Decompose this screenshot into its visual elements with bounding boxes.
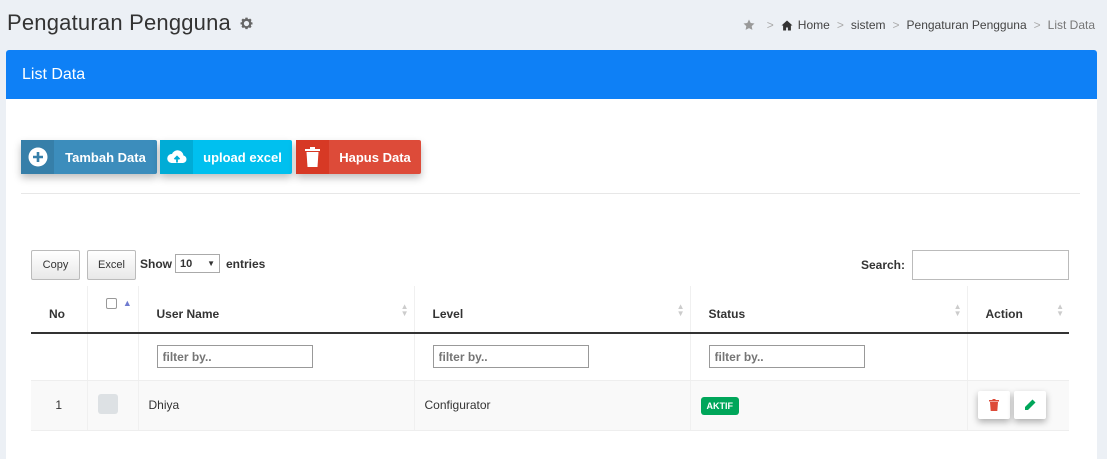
cell-no: 1	[31, 380, 87, 431]
filter-cell	[137, 333, 414, 381]
filter-status-input[interactable]	[708, 345, 865, 369]
column-status-label: Status	[708, 307, 746, 321]
upload-excel-label: upload excel	[203, 149, 282, 165]
column-username[interactable]: User Name ▲ ▼	[137, 286, 414, 334]
upload-excel-button[interactable]: upload excel	[160, 140, 292, 174]
sort-icon: ▲ ▼	[676, 302, 685, 318]
home-icon	[781, 20, 793, 31]
gear-icon	[239, 16, 254, 31]
trash-icon	[988, 399, 999, 411]
add-data-button[interactable]: Tambah Data	[21, 140, 157, 174]
sort-asc-icon: ▲	[122, 298, 132, 308]
list-data-panel: List Data Tambah Data upload excel Hapus…	[6, 50, 1097, 459]
entries-select-value: 10	[180, 257, 193, 270]
filter-cell	[86, 333, 138, 381]
cell-level: Configurator	[413, 380, 690, 431]
search-control: Search:	[861, 250, 1069, 280]
sort-icon: ▲ ▼	[1056, 302, 1064, 318]
add-data-label: Tambah Data	[65, 149, 146, 165]
column-action-label: Action	[985, 307, 1023, 321]
column-level-label: Level	[432, 307, 464, 321]
star-icon[interactable]	[743, 19, 755, 31]
filter-username-input[interactable]	[156, 345, 313, 369]
breadcrumb-separator: >	[892, 18, 900, 32]
length-control: Show 10 ▼ entries	[140, 254, 265, 273]
excel-button[interactable]: Excel	[87, 250, 136, 280]
table-header-row: No ▲ User Name ▲ ▼ Level ▲ ▼ Status ▲ ▼ Action…	[31, 286, 1069, 334]
column-no[interactable]: No	[31, 286, 87, 334]
filter-cell	[966, 333, 1069, 381]
divider	[21, 193, 1080, 194]
breadcrumb-pengaturan[interactable]: Pengaturan Pengguna	[907, 18, 1027, 32]
column-no-label: No	[49, 307, 65, 321]
plus-circle-icon	[21, 140, 54, 174]
search-input[interactable]	[912, 250, 1069, 280]
filter-cell	[31, 333, 87, 381]
cell-status: AKTIF	[689, 380, 967, 431]
cell-username: Dhiya	[137, 380, 414, 431]
row-checkbox[interactable]	[97, 393, 118, 414]
filter-cell	[689, 333, 967, 381]
column-username-label: User Name	[156, 307, 220, 321]
delete-data-button[interactable]: Hapus Data	[296, 140, 421, 174]
column-select[interactable]: ▲	[86, 286, 138, 334]
breadcrumb-current: List Data	[1047, 18, 1095, 32]
chevron-down-icon: ▼	[207, 259, 215, 268]
cloud-upload-icon	[160, 140, 193, 174]
cell-select	[86, 380, 138, 431]
page-title-text: Pengaturan Pengguna	[7, 10, 231, 35]
filter-level-input[interactable]	[432, 345, 589, 369]
column-level[interactable]: Level ▲ ▼	[413, 286, 690, 334]
filter-cell	[413, 333, 690, 381]
sort-icon: ▲ ▼	[400, 302, 409, 318]
search-label: Search:	[860, 258, 905, 272]
breadcrumb-sistem[interactable]: sistem	[851, 18, 886, 32]
copy-button[interactable]: Copy	[31, 250, 80, 280]
status-badge: AKTIF	[700, 397, 739, 415]
filter-row	[31, 333, 1069, 381]
breadcrumb-separator: >	[836, 18, 844, 32]
sort-icon: ▲ ▼	[953, 302, 962, 318]
entries-select[interactable]: 10 ▼	[175, 254, 220, 273]
pencil-icon	[1024, 399, 1036, 410]
table-row: 1 Dhiya Configurator AKTIF	[31, 380, 1069, 431]
page-title: Pengaturan Pengguna	[7, 10, 254, 36]
breadcrumb: > Home > sistem > Pengaturan Pengguna > …	[743, 18, 1095, 32]
edit-row-button[interactable]	[1013, 391, 1046, 419]
delete-data-label: Hapus Data	[339, 149, 411, 165]
users-table: No ▲ User Name ▲ ▼ Level ▲ ▼ Status ▲ ▼ Action…	[31, 286, 1069, 431]
select-all-checkbox[interactable]	[105, 298, 117, 309]
cell-action	[966, 380, 1069, 431]
delete-row-button[interactable]	[977, 391, 1010, 419]
breadcrumb-home[interactable]: Home	[798, 18, 830, 32]
show-label: Show	[140, 256, 172, 271]
column-status[interactable]: Status ▲ ▼	[689, 286, 967, 334]
breadcrumb-separator: >	[766, 18, 774, 32]
breadcrumb-separator: >	[1033, 18, 1041, 32]
entries-label: entries	[226, 256, 266, 271]
panel-title: List Data	[6, 50, 1097, 99]
trash-icon	[296, 140, 329, 174]
column-action[interactable]: Action ▲ ▼	[966, 286, 1069, 334]
